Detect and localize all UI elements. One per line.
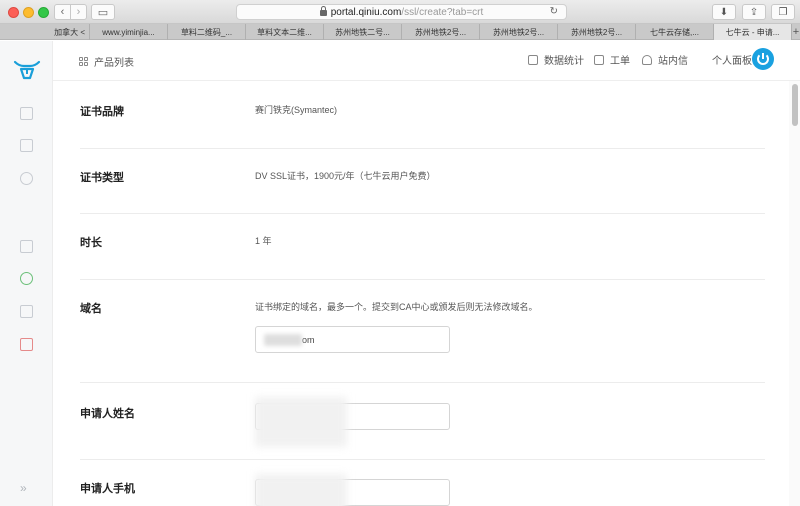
sidebar-toggle-button[interactable]: ▭ [91, 4, 115, 20]
messages-link[interactable]: 站内信 [642, 52, 688, 67]
chip-icon[interactable] [20, 305, 33, 318]
browser-tab[interactable]: 草料文本二维... [246, 24, 324, 40]
scrollbar-thumb[interactable] [792, 84, 798, 126]
form-row-type: 证书类型 DV SSL证书，1900元/年（七牛云用户免费） [80, 149, 765, 214]
duration-value: 1 年 [255, 236, 272, 246]
cdn-icon[interactable] [20, 172, 33, 185]
back-button[interactable]: ‹ [54, 4, 71, 20]
products-icon[interactable] [20, 107, 33, 120]
form-row-brand: 证书品牌 赛门铁克(Symantec) [80, 81, 765, 149]
type-value: DV SSL证书，1900元/年（七牛云用户免费） [255, 171, 436, 181]
app-sidebar: » [0, 41, 53, 506]
bell-icon [642, 54, 652, 65]
domain-input[interactable]: om [255, 326, 450, 353]
browser-tab[interactable]: www.yiminjia... [90, 24, 168, 40]
brand-label: 证书品牌 [80, 106, 124, 118]
tabs-icon: ❐ [778, 6, 788, 18]
address-bar[interactable]: portal.qiniu.com/ssl/create?tab=crt ↻ [236, 4, 567, 20]
form-row-applicant-name: 申请人姓名 [80, 383, 765, 460]
close-window-button[interactable] [8, 7, 19, 18]
browser-tab-active[interactable]: 七牛云 - 申请... [714, 24, 792, 40]
new-tab-button[interactable]: + [792, 24, 800, 39]
browser-tab[interactable]: 苏州地铁2号... [480, 24, 558, 40]
top-nav: 产品列表 数据统计 工单 站内信 个人面板 [53, 41, 800, 81]
profile-link[interactable]: 个人面板 [712, 52, 752, 67]
browser-tab[interactable]: 七牛云存储,... [636, 24, 714, 40]
url-host: portal.qiniu.com [330, 6, 402, 18]
url-path: /ssl/create?tab=crt [401, 6, 484, 18]
domain-label: 域名 [80, 303, 102, 315]
reload-icon[interactable]: ↻ [550, 6, 558, 17]
power-button[interactable] [752, 48, 774, 70]
brand-value: 赛门铁克(Symantec) [255, 105, 338, 115]
browser-tab[interactable]: 苏州地铁2号... [558, 24, 636, 40]
applicant-phone-label: 申请人手机 [80, 483, 135, 495]
qiniu-logo-icon[interactable] [13, 59, 41, 81]
plus-icon: + [792, 25, 800, 38]
expand-sidebar-icon[interactable]: » [20, 481, 27, 495]
applicant-name-label: 申请人姓名 [80, 408, 135, 420]
domain-value-suffix: om [302, 334, 315, 345]
stats-label: 数据统计 [544, 56, 584, 67]
share-icon: ⇪ [749, 6, 759, 18]
redacted-block [255, 397, 347, 447]
forward-button[interactable]: › [70, 4, 87, 20]
download-icon: ⬇ [719, 6, 729, 18]
media-icon[interactable] [20, 338, 33, 351]
redacted-text [264, 333, 302, 346]
tab-overview-button[interactable]: ❐ [771, 4, 795, 20]
clipboard-icon [594, 54, 604, 65]
browser-tab[interactable]: 苏州地铁二号... [324, 24, 402, 40]
product-list-label: 产品列表 [94, 58, 134, 69]
page-scrollbar[interactable] [789, 81, 800, 506]
stats-link[interactable]: 数据统计 [528, 52, 584, 67]
form-row-applicant-phone: 申请人手机 [80, 460, 765, 506]
domain-hint: 证书绑定的域名，最多一个。提交到CA中心或颁发后则无法修改域名。 [255, 302, 538, 312]
lock-icon [319, 6, 327, 16]
chevron-left-icon: ‹ [60, 6, 65, 18]
minimize-window-button[interactable] [23, 7, 34, 18]
calendar-icon[interactable] [20, 240, 33, 253]
form-row-domain: 域名 证书绑定的域名，最多一个。提交到CA中心或颁发后则无法修改域名。 om [80, 280, 765, 383]
browser-tab[interactable]: 草料二维码_... [168, 24, 246, 40]
share-button[interactable]: ⇪ [742, 4, 766, 20]
ticket-label: 工单 [610, 56, 630, 67]
zoom-window-button[interactable] [38, 7, 49, 18]
monitor-icon[interactable] [20, 272, 33, 285]
browser-tab[interactable]: 苏州地铁2号... [402, 24, 480, 40]
chevron-right-icon: › [76, 6, 81, 18]
downloads-button[interactable]: ⬇ [712, 4, 736, 20]
product-list-button[interactable]: 产品列表 [79, 54, 134, 69]
duration-label: 时长 [80, 237, 102, 249]
tab-bar: 加拿大 < www.yiminjia... 草料二维码_... 草料文本二维..… [0, 24, 800, 40]
type-label: 证书类型 [80, 172, 124, 184]
browser-tab[interactable]: 加拿大 < [0, 24, 90, 40]
grid-icon [79, 57, 88, 66]
terminal-icon[interactable] [20, 139, 33, 152]
form-row-duration: 时长 1 年 [80, 214, 765, 280]
sidebar-icon: ▭ [97, 6, 109, 19]
profile-label: 个人面板 [712, 56, 752, 67]
browser-titlebar: ‹ › ▭ portal.qiniu.com/ssl/create?tab=cr… [0, 0, 800, 24]
chart-icon [528, 54, 538, 65]
messages-label: 站内信 [658, 56, 688, 67]
redacted-block [255, 474, 347, 506]
ticket-link[interactable]: 工单 [594, 52, 630, 67]
